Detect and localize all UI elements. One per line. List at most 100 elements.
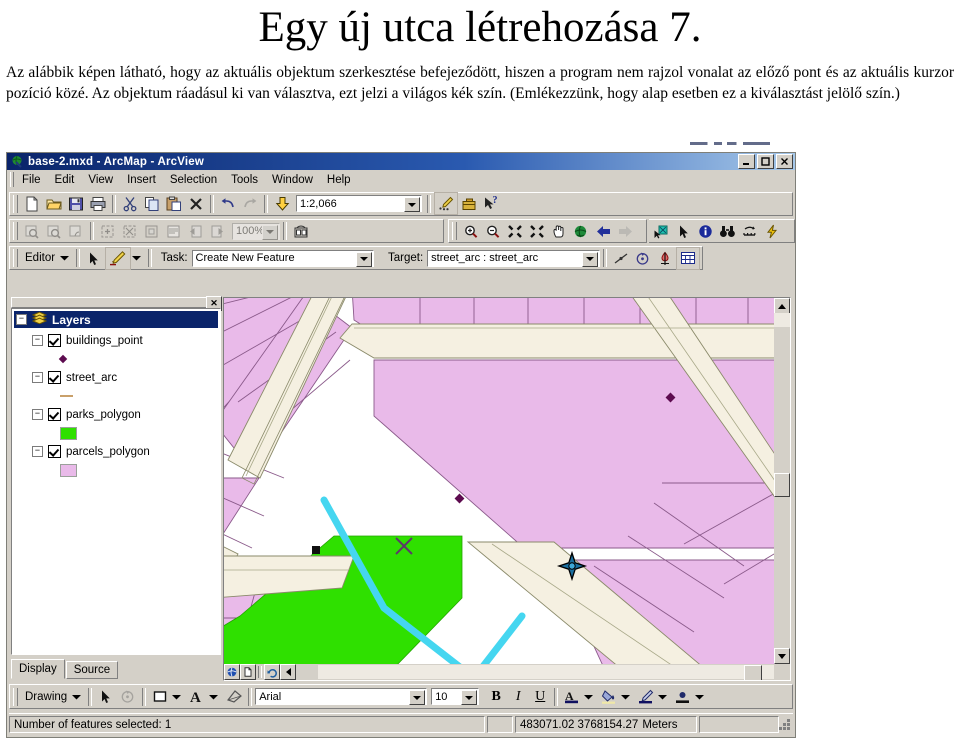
chevron-down-icon[interactable]: [695, 694, 705, 700]
delete-x-icon[interactable]: [185, 193, 207, 214]
hscroll-thumb[interactable]: [744, 665, 762, 680]
menu-tools[interactable]: Tools: [224, 173, 265, 187]
layer-visibility-checkbox[interactable]: [48, 371, 61, 384]
pause-drawing-icon[interactable]: [280, 664, 296, 680]
print-icon[interactable]: [87, 193, 109, 214]
cut-scissors-icon[interactable]: [119, 193, 141, 214]
layer-visibility-checkbox[interactable]: [48, 408, 61, 421]
chevron-down-icon[interactable]: [584, 694, 594, 700]
rotate-tool-icon[interactable]: [632, 248, 654, 269]
map-view[interactable]: [223, 297, 791, 681]
fixed-zoom-in-icon[interactable]: [97, 221, 119, 242]
select-features-icon[interactable]: [651, 221, 673, 242]
menu-edit[interactable]: Edit: [48, 173, 82, 187]
italic-button[interactable]: I: [507, 686, 529, 707]
save-icon[interactable]: [65, 193, 87, 214]
bold-button[interactable]: B: [485, 686, 507, 707]
font-family-combo[interactable]: Arial: [255, 688, 428, 705]
maximize-button[interactable]: [757, 154, 774, 169]
identify-info-icon[interactable]: [695, 221, 717, 242]
chevron-down-icon[interactable]: [582, 251, 598, 267]
nudge-icon[interactable]: [223, 686, 245, 707]
edit-task-combo[interactable]: Create New Feature: [191, 249, 374, 267]
font-color-icon[interactable]: A: [561, 686, 583, 707]
pan-hand-icon[interactable]: [548, 221, 570, 242]
measure-icon[interactable]: [739, 221, 761, 242]
edit-target-combo[interactable]: street_arc : street_arc: [427, 249, 600, 267]
expand-toggle-icon[interactable]: −: [32, 335, 43, 346]
layer-visibility-checkbox[interactable]: [48, 445, 61, 458]
chevron-down-icon[interactable]: [355, 251, 372, 267]
toc-layer-street-arc[interactable]: − street_arc: [12, 369, 220, 386]
chevron-down-icon[interactable]: [461, 690, 478, 705]
line-symbol-swatch[interactable]: [60, 395, 73, 397]
toc-root-layers[interactable]: − Layers: [14, 311, 218, 328]
chevron-down-icon[interactable]: [172, 694, 182, 700]
layout-pan-icon[interactable]: [65, 221, 87, 242]
layout-view-icon[interactable]: [240, 664, 256, 680]
menu-file[interactable]: File: [15, 173, 48, 187]
find-binoculars-icon[interactable]: [717, 221, 739, 242]
sketch-pencil-icon[interactable]: [105, 246, 132, 270]
underline-button[interactable]: U: [529, 686, 551, 707]
chevron-down-icon[interactable]: [262, 224, 278, 240]
expand-toggle-icon[interactable]: −: [32, 372, 43, 383]
editor-menu-button[interactable]: Editor: [21, 252, 73, 264]
edit-arrow-icon[interactable]: [83, 248, 105, 269]
data-view-icon[interactable]: [224, 664, 240, 680]
select-elements-arrow-icon[interactable]: [95, 686, 117, 707]
layer-tree[interactable]: − Layers − buildings_point − street_arc …: [11, 308, 221, 655]
chevron-down-icon[interactable]: [209, 694, 219, 700]
toolbar-grip[interactable]: [13, 687, 18, 706]
menu-insert[interactable]: Insert: [120, 173, 163, 187]
layout-zoom-in-icon[interactable]: [21, 221, 43, 242]
drawing-menu-button[interactable]: Drawing: [21, 691, 85, 703]
toc-layer-buildings-point[interactable]: − buildings_point: [12, 332, 220, 349]
chevron-down-icon[interactable]: [132, 255, 141, 261]
open-folder-icon[interactable]: [43, 193, 65, 214]
menu-help[interactable]: Help: [320, 173, 358, 187]
chevron-down-icon[interactable]: [404, 197, 420, 212]
scroll-down-button[interactable]: [774, 648, 790, 664]
forward-extent-arrow-icon[interactable]: [614, 221, 636, 242]
toc-layer-parks-polygon[interactable]: − parks_polygon: [12, 406, 220, 423]
zoom-whole-page-icon[interactable]: [141, 221, 163, 242]
menu-window[interactable]: Window: [265, 173, 320, 187]
close-button[interactable]: [776, 154, 793, 169]
editor-toolbar-icon[interactable]: [434, 192, 458, 215]
fixed-zoom-in-arrows-icon[interactable]: [504, 221, 526, 242]
chevron-down-icon[interactable]: [409, 690, 426, 705]
expand-toggle-icon[interactable]: −: [32, 446, 43, 457]
toc-drag-grip[interactable]: [11, 297, 207, 308]
toolbar-grip[interactable]: [452, 222, 458, 240]
go-back-extent-icon[interactable]: [185, 221, 207, 242]
expand-toggle-icon[interactable]: −: [16, 314, 27, 325]
sketch-properties-icon[interactable]: [676, 246, 700, 270]
toolbar-grip[interactable]: [13, 194, 18, 213]
chevron-down-icon[interactable]: [621, 694, 631, 700]
resize-grip[interactable]: [779, 718, 791, 731]
toolbar-grip[interactable]: [13, 249, 18, 267]
map-vertical-scrollbar[interactable]: [774, 298, 790, 664]
back-extent-arrow-icon[interactable]: [592, 221, 614, 242]
attributes-icon[interactable]: [654, 248, 676, 269]
split-tool-icon[interactable]: [610, 248, 632, 269]
add-data-icon[interactable]: [271, 193, 293, 214]
zoom-page-width-icon[interactable]: [163, 221, 185, 242]
fixed-zoom-out-arrows-icon[interactable]: [526, 221, 548, 242]
menu-view[interactable]: View: [81, 173, 120, 187]
new-document-icon[interactable]: [21, 193, 43, 214]
tab-display[interactable]: Display: [11, 659, 65, 679]
line-color-icon[interactable]: [635, 686, 657, 707]
minimize-button[interactable]: [738, 154, 755, 169]
zoom-out-magnifier-icon[interactable]: [482, 221, 504, 242]
chevron-down-icon[interactable]: [658, 694, 668, 700]
rotate-element-icon[interactable]: [117, 686, 139, 707]
hscroll-trough[interactable]: [318, 665, 774, 680]
map-horizontal-scrollbar[interactable]: [224, 664, 774, 680]
undo-arrow-icon[interactable]: [217, 193, 239, 214]
map-scale-combo[interactable]: 1:2,066: [296, 195, 422, 212]
full-extent-globe-icon[interactable]: [570, 221, 592, 242]
layout-zoom-combo[interactable]: 100%: [232, 222, 280, 240]
select-elements-arrow-icon[interactable]: [673, 221, 695, 242]
